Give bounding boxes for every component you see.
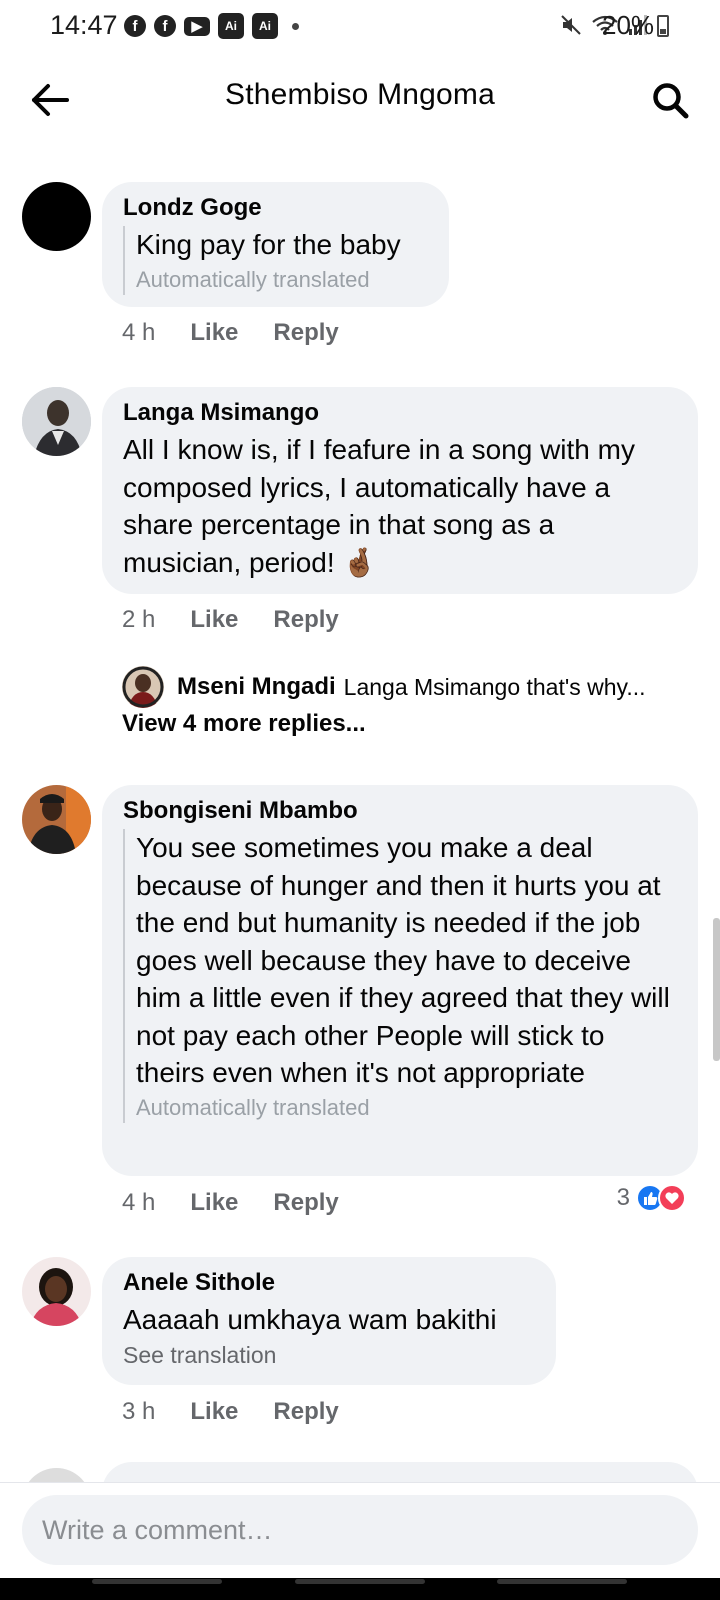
avatar-photo <box>22 785 91 854</box>
reply-button[interactable]: Reply <box>273 1189 338 1217</box>
view-more-replies-link[interactable]: View 4 more replies... <box>122 710 366 738</box>
reply-avatar <box>122 666 164 708</box>
reply-button[interactable]: Reply <box>273 319 338 347</box>
comment-input[interactable] <box>22 1495 698 1565</box>
reply-preview[interactable]: Mseni Mngadi Langa Msimango that's why..… <box>122 666 646 708</box>
reply-button[interactable]: Reply <box>273 606 338 634</box>
like-button[interactable]: Like <box>190 1189 238 1217</box>
reply-snippet: Langa Msimango that's why... <box>343 673 646 700</box>
notification-icons: f f ▶ Ai Ai <box>124 13 299 39</box>
comment-text: Aaaaah umkhaya wam bakithi <box>123 1304 497 1335</box>
like-button[interactable]: Like <box>190 319 238 347</box>
comment-bubble[interactable]: Londz Goge King pay for the baby Automat… <box>102 182 449 307</box>
reply-button[interactable]: Reply <box>273 1398 338 1426</box>
reply-author[interactable]: Mseni Mngadi <box>177 673 336 701</box>
love-reaction-icon <box>658 1184 686 1212</box>
status-time: 14:47 <box>50 10 118 40</box>
status-bar: 14:47 f f ▶ Ai Ai 20% <box>0 0 720 56</box>
battery-icon <box>657 15 669 37</box>
nav-recents-button[interactable] <box>92 1579 222 1584</box>
avatar[interactable] <box>22 387 91 456</box>
comment-actions: 3 h Like Reply <box>122 1398 374 1426</box>
avatar-photo <box>22 387 91 456</box>
battery-percent: 20% <box>602 10 655 40</box>
comment-time: 4 h <box>122 1189 156 1216</box>
comment-author[interactable]: Londz Goge <box>123 194 429 222</box>
comment-actions: 2 h Like Reply <box>122 606 374 634</box>
page-title: Sthembiso Mngoma <box>225 78 495 111</box>
translated-text-block: You see sometimes you make a deal becaus… <box>123 829 678 1123</box>
nav-home-button[interactable] <box>295 1579 425 1584</box>
see-translation-link[interactable]: See translation <box>123 1342 536 1369</box>
like-button[interactable]: Like <box>190 1398 238 1426</box>
youtube-icon: ▶ <box>184 16 210 36</box>
avatar-photo <box>22 1257 91 1326</box>
comment-time: 3 h <box>122 1398 156 1425</box>
comment-author[interactable]: Langa Msimango <box>123 399 678 427</box>
comment-text: You see sometimes you make a deal becaus… <box>136 832 670 1088</box>
avatar[interactable] <box>22 785 91 854</box>
comment-bubble[interactable]: Langa Msimango All I know is, if I feafu… <box>102 387 698 594</box>
like-button[interactable]: Like <box>190 606 238 634</box>
reply-avatar-photo <box>122 666 164 708</box>
comment-text: All I know is, if I feafure in a song wi… <box>123 434 635 578</box>
comment-author[interactable]: Anele Sithole <box>123 1269 536 1297</box>
nav-back-button[interactable] <box>497 1579 627 1584</box>
translation-label: Automatically translated <box>136 266 370 292</box>
avatar[interactable] <box>22 1257 91 1326</box>
translated-text-block: King pay for the baby Automatically tran… <box>123 226 429 295</box>
comment-bubble[interactable]: Anele Sithole Aaaaah umkhaya wam bakithi… <box>102 1257 556 1385</box>
comment-author[interactable]: Sbongiseni Mbambo <box>123 797 678 825</box>
header: Sthembiso Mngoma <box>0 60 720 140</box>
comment-actions: 4 h Like Reply <box>122 319 374 347</box>
system-navigation-bar <box>0 1578 720 1600</box>
reaction-count: 3 <box>616 1184 630 1211</box>
search-button[interactable] <box>648 78 692 122</box>
comment-text: King pay for the baby <box>136 229 401 260</box>
translation-label: Automatically translated <box>136 1094 370 1120</box>
facebook-icon: f <box>154 15 176 37</box>
comment-time: 2 h <box>122 606 156 633</box>
search-icon <box>653 83 689 119</box>
facebook-icon: f <box>124 15 146 37</box>
reaction-summary[interactable]: 3 <box>617 1184 686 1212</box>
scrollbar-thumb[interactable] <box>713 918 720 1061</box>
ai-icon: Ai <box>252 13 278 39</box>
mute-icon <box>561 15 581 35</box>
ai-icon: Ai <box>218 13 244 39</box>
more-notifications-dot-icon <box>292 22 299 30</box>
comment-actions: 4 h Like Reply <box>122 1189 374 1217</box>
avatar[interactable] <box>22 182 91 251</box>
comment-bubble[interactable]: Sbongiseni Mbambo You see sometimes you … <box>102 785 698 1176</box>
comment-composer <box>0 1482 720 1578</box>
comment-time: 4 h <box>122 319 156 346</box>
